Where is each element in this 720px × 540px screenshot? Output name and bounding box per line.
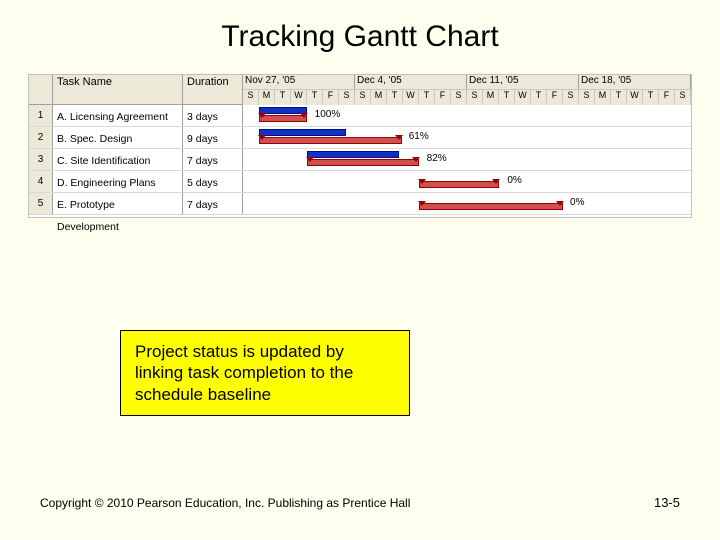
col-header-timeline: Nov 27, '05 Dec 4, '05 Dec 11, '05 Dec 1… — [243, 75, 691, 104]
gantt-bar-label: 0% — [570, 197, 584, 208]
week-header: Dec 4, '05 — [355, 75, 467, 90]
day-header: T — [611, 90, 627, 105]
row-duration: 3 days — [183, 105, 243, 126]
day-header: F — [435, 90, 451, 105]
gantt-chart: Task Name Duration Nov 27, '05 Dec 4, '0… — [28, 74, 692, 218]
gantt-bar-label: 82% — [427, 153, 447, 164]
gantt-bar-actual — [307, 151, 399, 158]
day-header: T — [307, 90, 323, 105]
row-id: 2 — [29, 127, 53, 148]
row-taskname: E. Prototype Development — [53, 193, 183, 214]
day-header: T — [643, 90, 659, 105]
week-header: Dec 18, '05 — [579, 75, 691, 90]
day-header: F — [659, 90, 675, 105]
row-taskname: A. Licensing Agreement — [53, 105, 183, 126]
gantt-bar-baseline — [307, 159, 419, 166]
gantt-bar-baseline — [419, 203, 563, 210]
gantt-bar-baseline — [419, 181, 499, 188]
day-header: S — [563, 90, 579, 105]
col-header-duration: Duration — [183, 75, 243, 104]
page-title: Tracking Gantt Chart — [0, 0, 720, 74]
day-header: T — [275, 90, 291, 105]
gantt-bar-label: 0% — [507, 175, 521, 186]
gantt-bar-label: 61% — [409, 131, 429, 142]
table-row: 5 E. Prototype Development 7 days 0% — [29, 193, 691, 215]
row-taskname: B. Spec. Design — [53, 127, 183, 148]
week-header: Dec 11, '05 — [467, 75, 579, 90]
page-number: 13-5 — [654, 495, 680, 510]
day-header: S — [243, 90, 259, 105]
gantt-header: Task Name Duration Nov 27, '05 Dec 4, '0… — [29, 75, 691, 105]
week-header: Nov 27, '05 — [243, 75, 355, 90]
day-header: W — [291, 90, 307, 105]
day-header: W — [515, 90, 531, 105]
day-header: S — [467, 90, 483, 105]
row-duration: 5 days — [183, 171, 243, 192]
table-row: 2 B. Spec. Design 9 days 61% — [29, 127, 691, 149]
col-header-taskname: Task Name — [53, 75, 183, 104]
row-id: 1 — [29, 105, 53, 126]
day-header: S — [579, 90, 595, 105]
day-header: W — [627, 90, 643, 105]
gantt-bar-baseline — [259, 115, 307, 122]
row-id: 5 — [29, 193, 53, 214]
day-header: T — [499, 90, 515, 105]
day-header: W — [403, 90, 419, 105]
row-duration: 7 days — [183, 149, 243, 170]
row-id: 4 — [29, 171, 53, 192]
row-id: 3 — [29, 149, 53, 170]
day-header: T — [419, 90, 435, 105]
gantt-bar-label: 100% — [315, 109, 341, 120]
day-header: S — [451, 90, 467, 105]
table-row: 4 D. Engineering Plans 5 days 0% — [29, 171, 691, 193]
gantt-bar-actual — [259, 129, 347, 136]
table-row: 1 A. Licensing Agreement 3 days 100% — [29, 105, 691, 127]
row-duration: 7 days — [183, 193, 243, 214]
row-duration: 9 days — [183, 127, 243, 148]
copyright-text: Copyright © 2010 Pearson Education, Inc.… — [40, 496, 410, 510]
gantt-body: 1 A. Licensing Agreement 3 days 100% 2 B… — [29, 105, 691, 215]
day-header: M — [595, 90, 611, 105]
row-taskname: C. Site Identification — [53, 149, 183, 170]
day-header: M — [259, 90, 275, 105]
table-row: 3 C. Site Identification 7 days 82% — [29, 149, 691, 171]
day-header: F — [323, 90, 339, 105]
callout-box: Project status is updated by linking tas… — [120, 330, 410, 416]
day-header: S — [355, 90, 371, 105]
gantt-bar-baseline — [259, 137, 403, 144]
day-header: T — [387, 90, 403, 105]
day-header: S — [675, 90, 691, 105]
day-header: M — [483, 90, 499, 105]
day-header: T — [531, 90, 547, 105]
day-header: M — [371, 90, 387, 105]
row-taskname: D. Engineering Plans — [53, 171, 183, 192]
day-header: F — [547, 90, 563, 105]
day-header: S — [339, 90, 355, 105]
col-header-id — [29, 75, 53, 104]
